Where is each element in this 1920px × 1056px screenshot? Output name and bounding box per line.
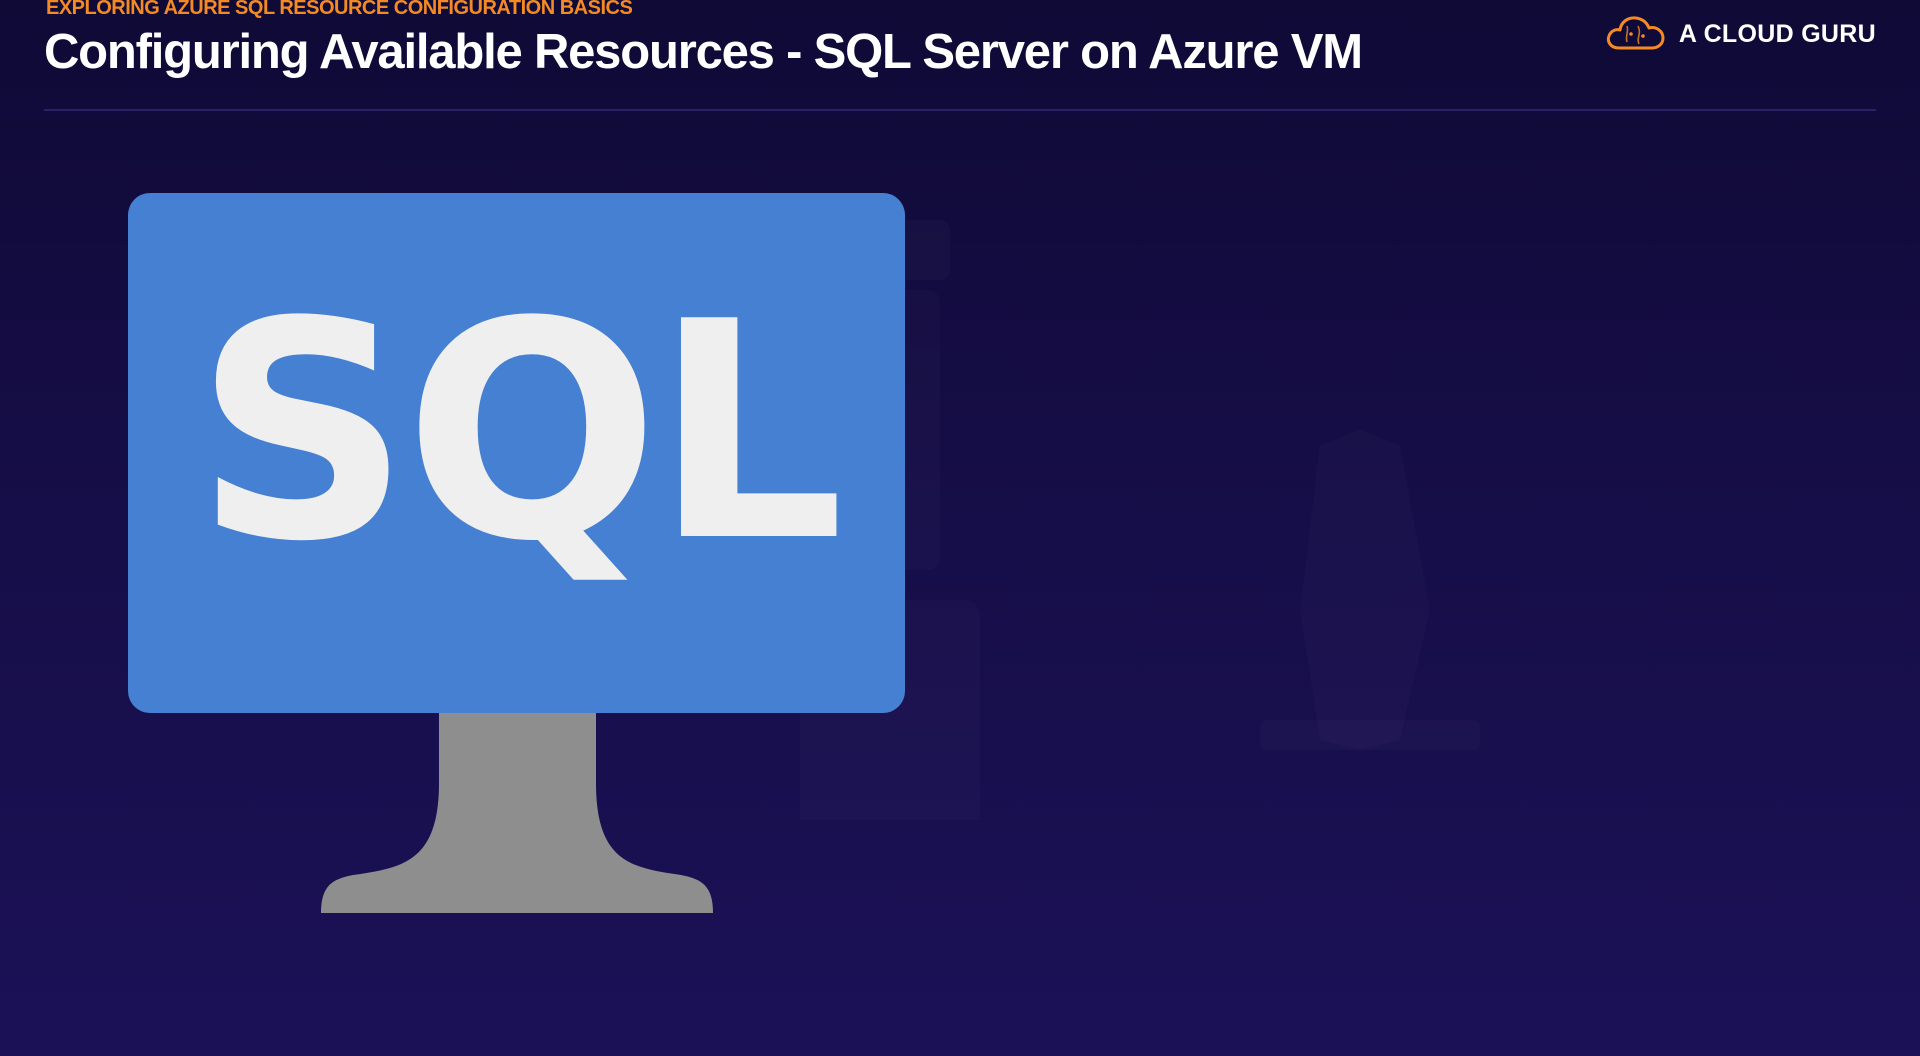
monitor-stand: [321, 713, 713, 913]
monitor-screen: SQL: [128, 193, 905, 713]
brand-logo: A CLOUD GURU: [1605, 12, 1876, 57]
faded-background-graphics: [800, 200, 1900, 820]
slide: EXPLORING AZURE SQL RESOURCE CONFIGURATI…: [0, 0, 1920, 1056]
course-eyebrow: EXPLORING AZURE SQL RESOURCE CONFIGURATI…: [46, 0, 633, 19]
sql-label: SQL: [194, 258, 844, 607]
brand-name: A CLOUD GURU: [1678, 20, 1876, 48]
cloud-icon: [1605, 12, 1667, 57]
header-divider: [44, 109, 1876, 111]
slide-title: Configuring Available Resources - SQL Se…: [44, 25, 1363, 79]
